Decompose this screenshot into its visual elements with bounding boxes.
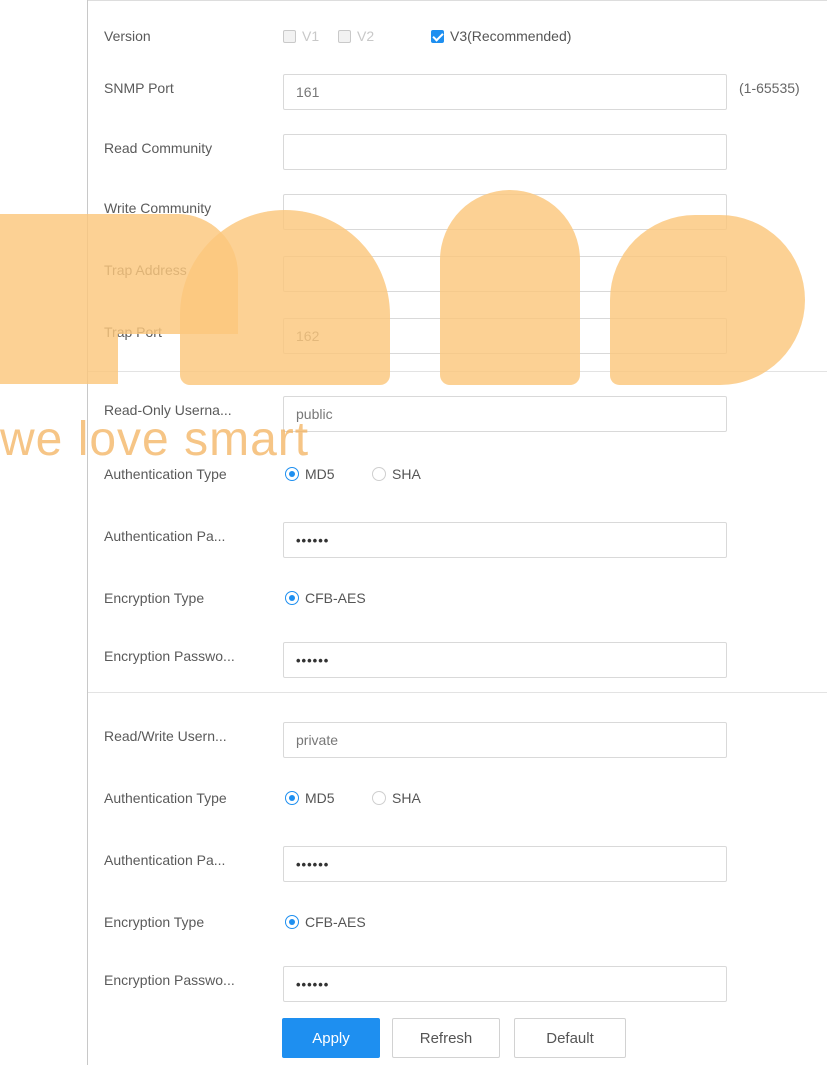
read-write-auth-md5-option[interactable]: MD5: [285, 790, 335, 806]
write-community-row: Write Community: [88, 188, 827, 236]
v3-label[interactable]: V3(Recommended): [450, 28, 571, 44]
read-community-input[interactable]: [283, 134, 727, 170]
read-only-username-label: Read-Only Userna...: [104, 402, 232, 418]
read-write-username-label: Read/Write Usern...: [104, 728, 227, 744]
trap-port-row: Trap Port 162: [88, 312, 827, 360]
read-only-enc-cfb-aes-option[interactable]: CFB-AES: [285, 590, 366, 606]
default-button[interactable]: Default: [514, 1018, 626, 1058]
version-label: Version: [104, 28, 151, 44]
read-only-enc-password-label: Encryption Passwo...: [104, 648, 235, 664]
trap-address-label: Trap Address: [104, 262, 187, 278]
sha-label[interactable]: SHA: [392, 466, 421, 482]
write-community-label: Write Community: [104, 200, 212, 216]
version-v2-option: V2: [338, 28, 374, 44]
read-only-auth-sha-option[interactable]: SHA: [372, 466, 421, 482]
sha-label[interactable]: SHA: [392, 790, 421, 806]
read-write-enc-type-row: Encryption Type CFB-AES: [88, 902, 827, 950]
read-write-username-input[interactable]: private: [283, 722, 727, 758]
sha-radio[interactable]: [372, 467, 386, 481]
read-write-auth-type-label: Authentication Type: [104, 790, 227, 806]
md5-radio[interactable]: [285, 791, 299, 805]
read-only-enc-type-label: Encryption Type: [104, 590, 205, 606]
sha-radio[interactable]: [372, 791, 386, 805]
version-v3-option[interactable]: V3(Recommended): [431, 28, 571, 44]
cfb-aes-radio[interactable]: [285, 915, 299, 929]
version-v1-option: V1: [283, 28, 319, 44]
read-community-row: Read Community: [88, 128, 827, 176]
read-only-auth-md5-option[interactable]: MD5: [285, 466, 335, 482]
read-only-enc-password-row: Encryption Passwo... ••••••: [88, 636, 827, 684]
trap-port-label: Trap Port: [104, 324, 162, 340]
refresh-button[interactable]: Refresh: [392, 1018, 500, 1058]
read-only-auth-password-row: Authentication Pa... ••••••: [88, 516, 827, 564]
read-community-label: Read Community: [104, 140, 213, 156]
read-write-enc-type-label: Encryption Type: [104, 914, 205, 930]
read-write-enc-password-row: Encryption Passwo... ••••••: [88, 960, 827, 1008]
v1-label: V1: [302, 28, 320, 44]
read-only-username-input[interactable]: public: [283, 396, 727, 432]
panel-top-border: [88, 0, 827, 9]
read-write-auth-sha-option[interactable]: SHA: [372, 790, 421, 806]
read-write-auth-password-label: Authentication Pa...: [104, 852, 226, 868]
read-only-username-row: Read-Only Userna... public: [88, 390, 827, 438]
read-write-username-row: Read/Write Usern... private: [88, 716, 827, 764]
trap-address-input[interactable]: [283, 256, 727, 292]
version-row: Version V1 V2 V3(Recommended): [88, 16, 827, 64]
v2-label: V2: [357, 28, 375, 44]
section-divider: [88, 371, 827, 372]
read-only-auth-type-label: Authentication Type: [104, 466, 227, 482]
v2-checkbox: [338, 29, 351, 43]
md5-label[interactable]: MD5: [305, 466, 335, 482]
cfb-aes-label[interactable]: CFB-AES: [305, 590, 366, 606]
section-divider: [88, 692, 827, 693]
cfb-aes-label[interactable]: CFB-AES: [305, 914, 366, 930]
read-write-enc-password-label: Encryption Passwo...: [104, 972, 235, 988]
read-only-enc-password-input[interactable]: ••••••: [283, 642, 727, 678]
v3-checkbox[interactable]: [431, 29, 444, 43]
snmp-settings-panel: Version V1 V2 V3(Recommended) SNMP Port …: [87, 0, 827, 1065]
read-write-auth-password-row: Authentication Pa... ••••••: [88, 840, 827, 888]
write-community-input[interactable]: [283, 194, 727, 230]
snmp-port-input[interactable]: 161: [283, 74, 727, 110]
read-only-auth-password-label: Authentication Pa...: [104, 528, 226, 544]
apply-button[interactable]: Apply: [282, 1018, 380, 1058]
read-write-auth-type-row: Authentication Type MD5 SHA: [88, 778, 827, 826]
read-write-auth-password-input[interactable]: ••••••: [283, 846, 727, 882]
read-only-auth-type-row: Authentication Type MD5 SHA: [88, 454, 827, 502]
md5-label[interactable]: MD5: [305, 790, 335, 806]
read-write-enc-cfb-aes-option[interactable]: CFB-AES: [285, 914, 366, 930]
read-write-enc-password-input[interactable]: ••••••: [283, 966, 727, 1002]
md5-radio[interactable]: [285, 467, 299, 481]
snmp-port-row: SNMP Port 161 (1-65535): [88, 68, 827, 116]
read-only-auth-password-input[interactable]: ••••••: [283, 522, 727, 558]
cfb-aes-radio[interactable]: [285, 591, 299, 605]
trap-address-row: Trap Address: [88, 250, 827, 298]
v1-checkbox: [283, 29, 296, 43]
read-only-enc-type-row: Encryption Type CFB-AES: [88, 578, 827, 626]
snmp-port-label: SNMP Port: [104, 80, 174, 96]
trap-port-input[interactable]: 162: [283, 318, 727, 354]
snmp-port-range-hint: (1-65535): [739, 80, 800, 96]
